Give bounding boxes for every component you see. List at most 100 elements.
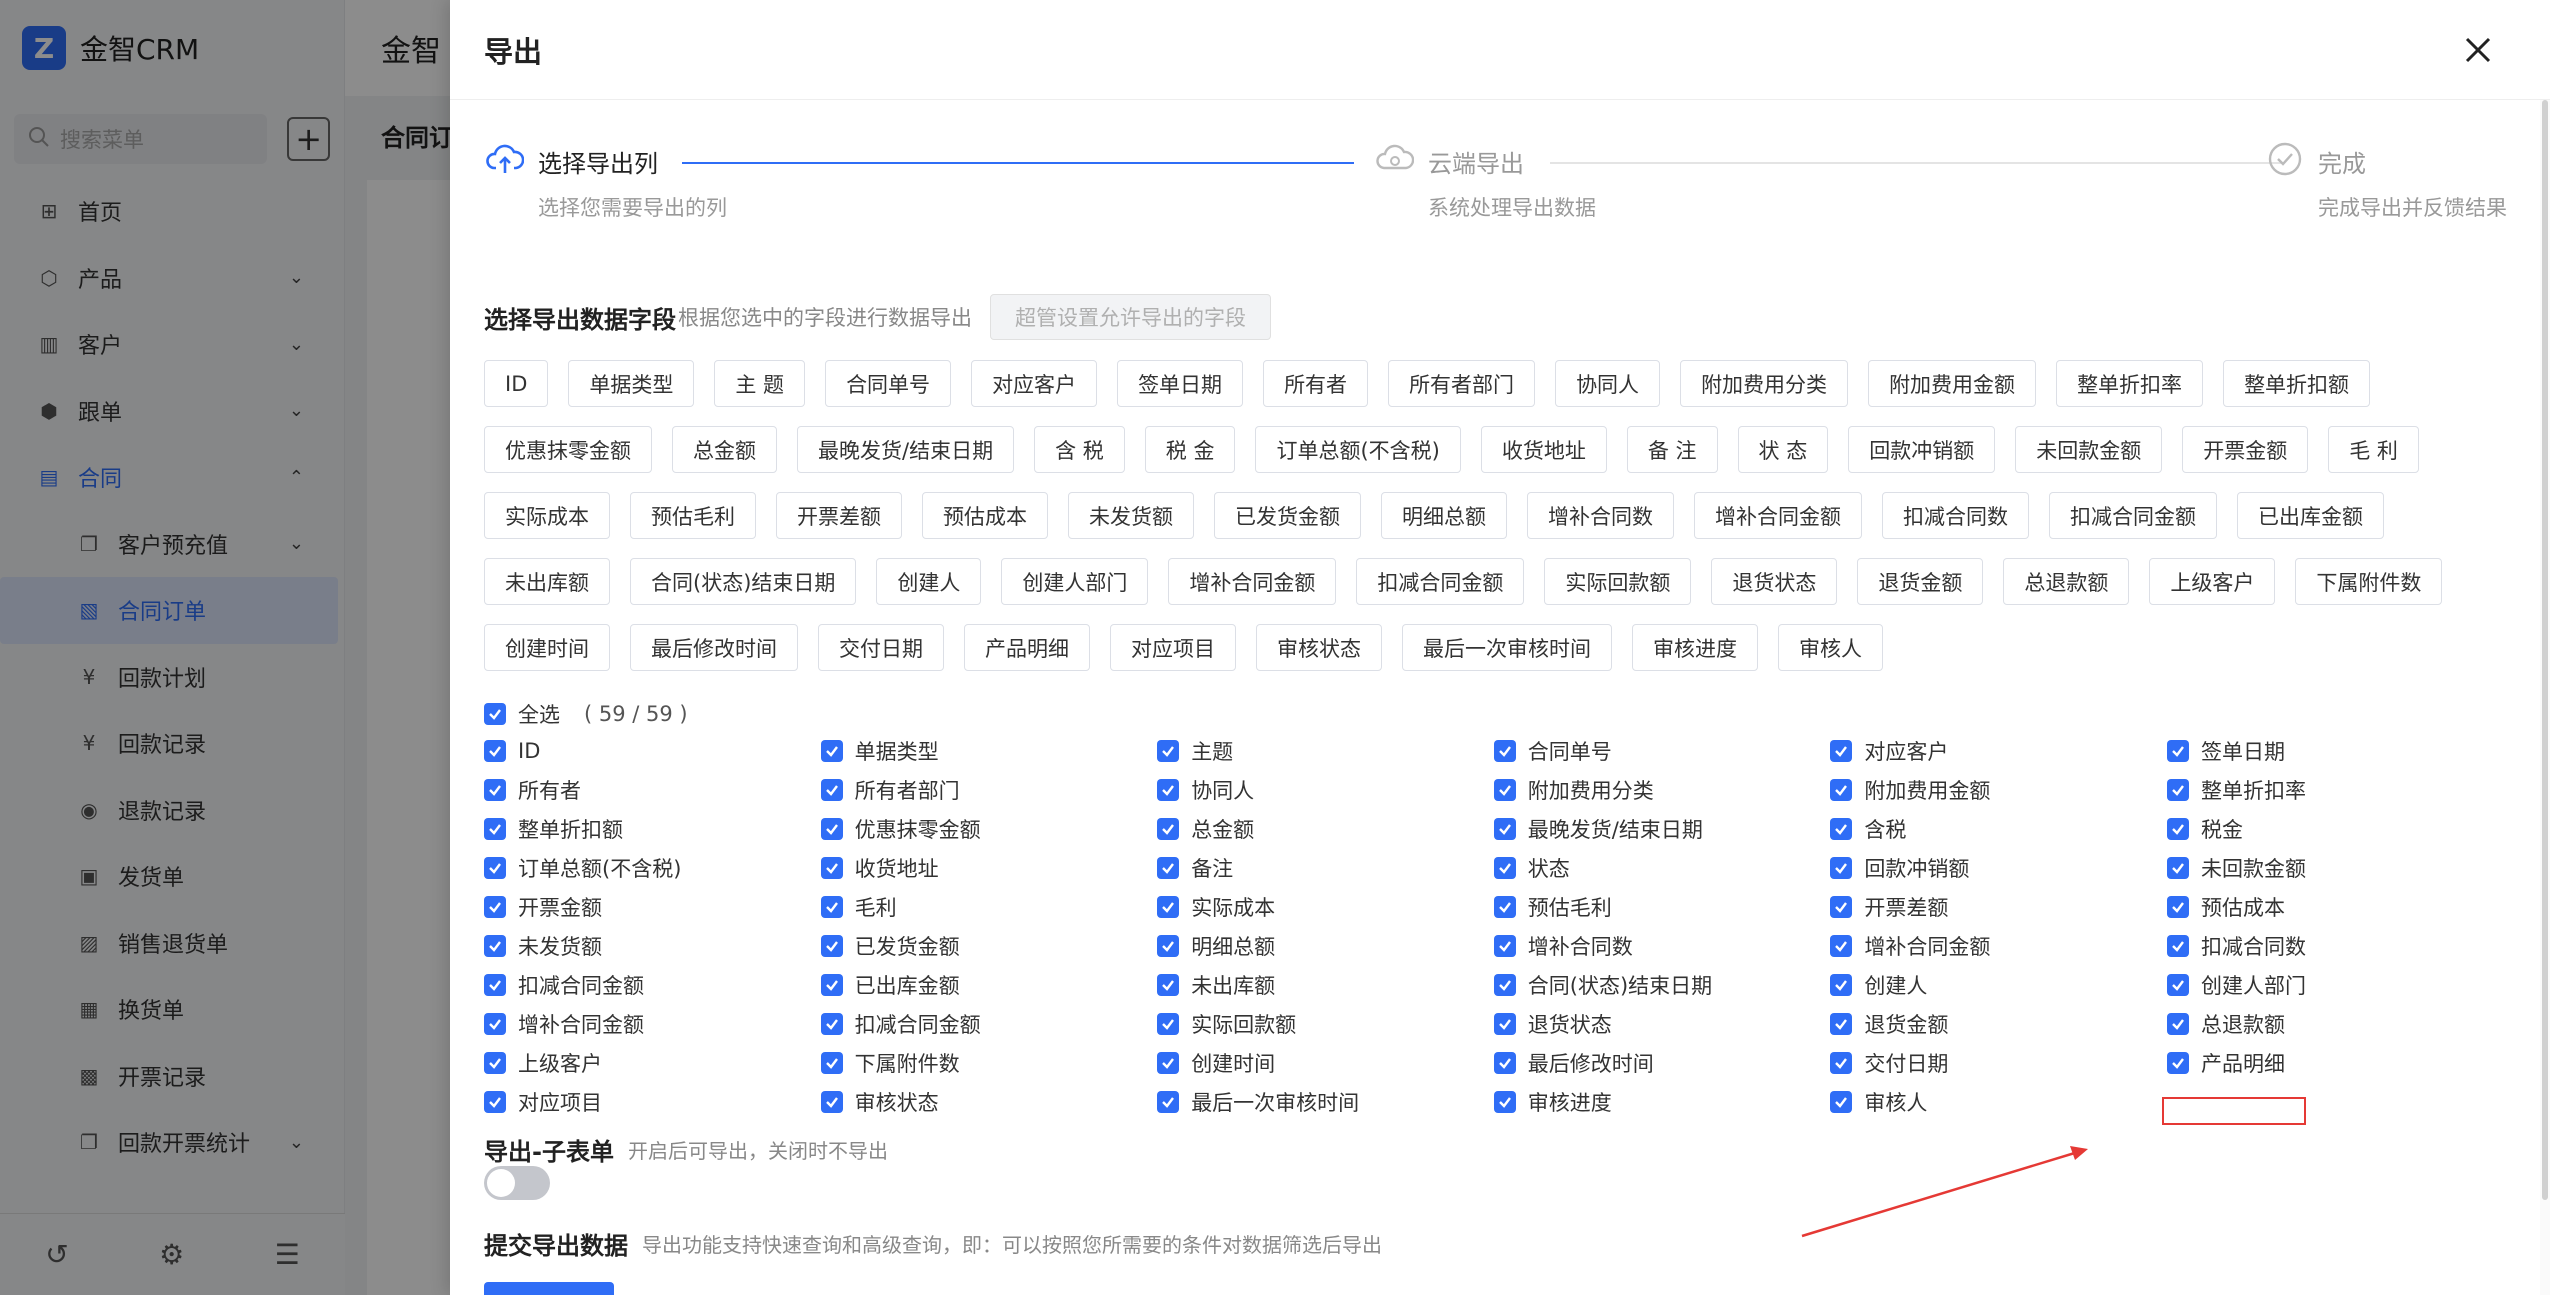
field-checkbox[interactable]: 扣减合同金额	[484, 965, 821, 1004]
field-tag[interactable]: 整单折扣额	[2223, 360, 2371, 407]
field-tag[interactable]: 税 金	[1144, 426, 1236, 473]
field-tag[interactable]: 对应客户	[971, 360, 1098, 407]
field-tag[interactable]: 扣减合同数	[1882, 492, 2029, 539]
field-checkbox[interactable]: 实际回款额	[1157, 1004, 1494, 1043]
field-checkbox[interactable]: 最后修改时间	[1493, 1043, 1831, 1082]
submit-export-button[interactable]	[484, 1282, 614, 1295]
field-checkbox[interactable]: 创建时间	[1157, 1043, 1494, 1082]
field-checkbox[interactable]: 已发货金额	[820, 926, 1158, 965]
field-tag[interactable]: 增补合同金额	[1694, 492, 1862, 539]
field-checkbox[interactable]: 回款冲销额	[1830, 848, 2167, 887]
field-checkbox[interactable]: ID	[484, 731, 821, 770]
field-tag[interactable]: 最后一次审核时间	[1402, 624, 1612, 671]
field-tag[interactable]: 增补合同金额	[1168, 558, 1337, 605]
field-checkbox[interactable]: 增补合同金额	[1830, 926, 2167, 965]
field-tag[interactable]: 实际成本	[484, 492, 610, 539]
field-tag[interactable]: 附加费用金额	[1868, 360, 2037, 407]
field-checkbox[interactable]: 增补合同数	[1493, 926, 1831, 965]
field-tag[interactable]: 创建人部门	[1001, 558, 1149, 605]
field-checkbox[interactable]: 实际成本	[1157, 887, 1494, 926]
field-tag[interactable]: 审核进度	[1632, 624, 1758, 671]
field-tag[interactable]: 附加费用分类	[1680, 360, 1849, 407]
field-checkbox[interactable]: 退货状态	[1493, 1004, 1831, 1043]
field-checkbox[interactable]: 审核状态	[820, 1082, 1158, 1121]
field-tag[interactable]: 优惠抹零金额	[484, 426, 652, 473]
field-checkbox[interactable]: 附加费用金额	[1830, 770, 2167, 809]
field-tag[interactable]: 实际回款额	[1544, 558, 1692, 605]
field-checkbox[interactable]: 整单折扣额	[484, 809, 821, 848]
field-checkbox[interactable]: 总退款额	[2166, 1004, 2504, 1043]
field-tag[interactable]: ID	[484, 360, 549, 407]
field-checkbox[interactable]: 协同人	[1157, 770, 1494, 809]
field-tag[interactable]: 总退款额	[2003, 558, 2130, 605]
field-checkbox[interactable]: 开票金额	[484, 887, 821, 926]
field-tag[interactable]: 毛 利	[2328, 426, 2419, 473]
scroll-thumb[interactable]	[2542, 100, 2548, 1200]
field-tag[interactable]: 收货地址	[1480, 426, 1607, 473]
field-checkbox[interactable]: 所有者部门	[820, 770, 1158, 809]
field-checkbox[interactable]: 备注	[1157, 848, 1494, 887]
field-tag[interactable]: 订单总额(不含税)	[1255, 426, 1461, 473]
field-tag[interactable]: 上级客户	[2149, 558, 2276, 605]
field-tag[interactable]: 退货金额	[1857, 558, 1984, 605]
field-tag[interactable]: 所有者部门	[1388, 360, 1536, 407]
close-button[interactable]	[2458, 30, 2498, 70]
field-tag[interactable]: 回款冲销额	[1848, 426, 1996, 473]
field-tag[interactable]: 未发货额	[1068, 492, 1194, 539]
field-tag[interactable]: 已出库金额	[2237, 492, 2384, 539]
field-checkbox[interactable]: 含税	[1830, 809, 2167, 848]
field-tag[interactable]: 协同人	[1555, 360, 1661, 407]
field-checkbox[interactable]: 签单日期	[2166, 731, 2504, 770]
field-checkbox[interactable]: 所有者	[484, 770, 821, 809]
field-checkbox[interactable]: 最晚发货/结束日期	[1493, 809, 1831, 848]
field-tag[interactable]: 合同单号	[825, 360, 952, 407]
field-checkbox[interactable]: 开票差额	[1830, 887, 2167, 926]
field-checkbox[interactable]: 增补合同金额	[484, 1004, 821, 1043]
field-checkbox[interactable]: 未发货额	[484, 926, 821, 965]
field-checkbox[interactable]: 对应客户	[1830, 731, 2167, 770]
drawer-scrollbar[interactable]	[2540, 100, 2550, 1295]
field-checkbox[interactable]: 审核人	[1830, 1082, 2167, 1121]
field-tag[interactable]: 开票差额	[776, 492, 902, 539]
field-checkbox[interactable]: 税金	[2166, 809, 2504, 848]
field-tag[interactable]: 未回款金额	[2015, 426, 2163, 473]
field-tag[interactable]: 创建时间	[484, 624, 610, 671]
field-tag[interactable]: 产品明细	[964, 624, 1090, 671]
field-tag[interactable]: 创建人	[876, 558, 982, 605]
field-checkbox[interactable]: 交付日期	[1830, 1043, 2167, 1082]
field-tag[interactable]: 下属附件数	[2295, 558, 2443, 605]
field-tag[interactable]: 退货状态	[1711, 558, 1838, 605]
field-checkbox[interactable]: 毛利	[820, 887, 1158, 926]
field-tag[interactable]: 明细总额	[1381, 492, 1507, 539]
field-tag[interactable]: 预估毛利	[630, 492, 756, 539]
field-tag[interactable]: 总金额	[672, 426, 777, 473]
field-checkbox[interactable]: 合同单号	[1493, 731, 1831, 770]
field-tag[interactable]: 扣减合同金额	[1356, 558, 1525, 605]
field-checkbox[interactable]: 审核进度	[1493, 1082, 1831, 1121]
field-checkbox[interactable]: 单据类型	[820, 731, 1158, 770]
field-tag[interactable]: 合同(状态)结束日期	[630, 558, 857, 605]
field-checkbox[interactable]: 扣减合同金额	[820, 1004, 1158, 1043]
field-checkbox[interactable]: 优惠抹零金额	[820, 809, 1158, 848]
field-checkbox[interactable]: 整单折扣率	[2166, 770, 2504, 809]
field-checkbox[interactable]: 收货地址	[820, 848, 1158, 887]
field-tag[interactable]: 主 题	[714, 360, 806, 407]
field-tag[interactable]: 已发货金额	[1214, 492, 1361, 539]
field-checkbox[interactable]: 未出库额	[1157, 965, 1494, 1004]
field-checkbox[interactable]: 下属附件数	[820, 1043, 1158, 1082]
field-tag[interactable]: 审核人	[1778, 624, 1883, 671]
field-checkbox[interactable]: 订单总额(不含税)	[484, 848, 821, 887]
field-tag[interactable]: 开票金额	[2182, 426, 2309, 473]
field-checkbox[interactable]: 明细总额	[1157, 926, 1494, 965]
select-all-checkbox[interactable]: 全选 ( 59 / 59 )	[484, 699, 688, 729]
field-checkbox[interactable]: 产品明细	[2166, 1043, 2504, 1082]
field-tag[interactable]: 所有者	[1263, 360, 1369, 407]
field-checkbox[interactable]: 未回款金额	[2166, 848, 2504, 887]
field-tag[interactable]: 最后修改时间	[630, 624, 798, 671]
sub-table-toggle[interactable]	[484, 1166, 550, 1200]
field-checkbox[interactable]: 附加费用分类	[1493, 770, 1831, 809]
field-tag[interactable]: 预估成本	[922, 492, 1048, 539]
field-checkbox[interactable]: 创建人	[1830, 965, 2167, 1004]
field-checkbox[interactable]: 合同(状态)结束日期	[1493, 965, 1831, 1004]
field-checkbox[interactable]: 主题	[1157, 731, 1494, 770]
